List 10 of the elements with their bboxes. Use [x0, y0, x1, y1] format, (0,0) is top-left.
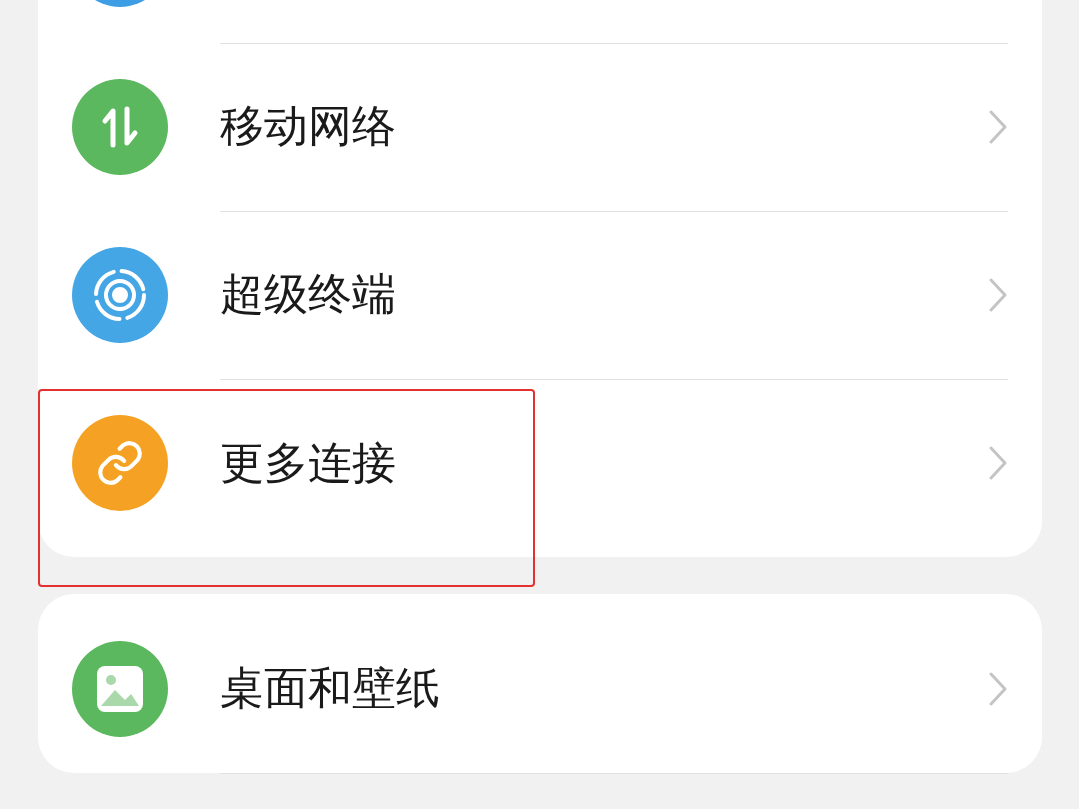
link-icon	[95, 438, 145, 488]
chevron-right-icon	[988, 670, 1008, 707]
image-icon	[95, 664, 145, 714]
settings-label[interactable]: 移动网络	[220, 97, 988, 156]
settings-label[interactable]: 桌面和壁纸	[220, 659, 988, 718]
settings-label[interactable]: 更多连接	[220, 433, 988, 493]
settings-label[interactable]: 超级终端	[220, 265, 988, 324]
chevron-right-icon	[988, 276, 1008, 313]
chevron-right-icon	[988, 445, 1008, 481]
chevron-right-icon	[988, 108, 1008, 145]
